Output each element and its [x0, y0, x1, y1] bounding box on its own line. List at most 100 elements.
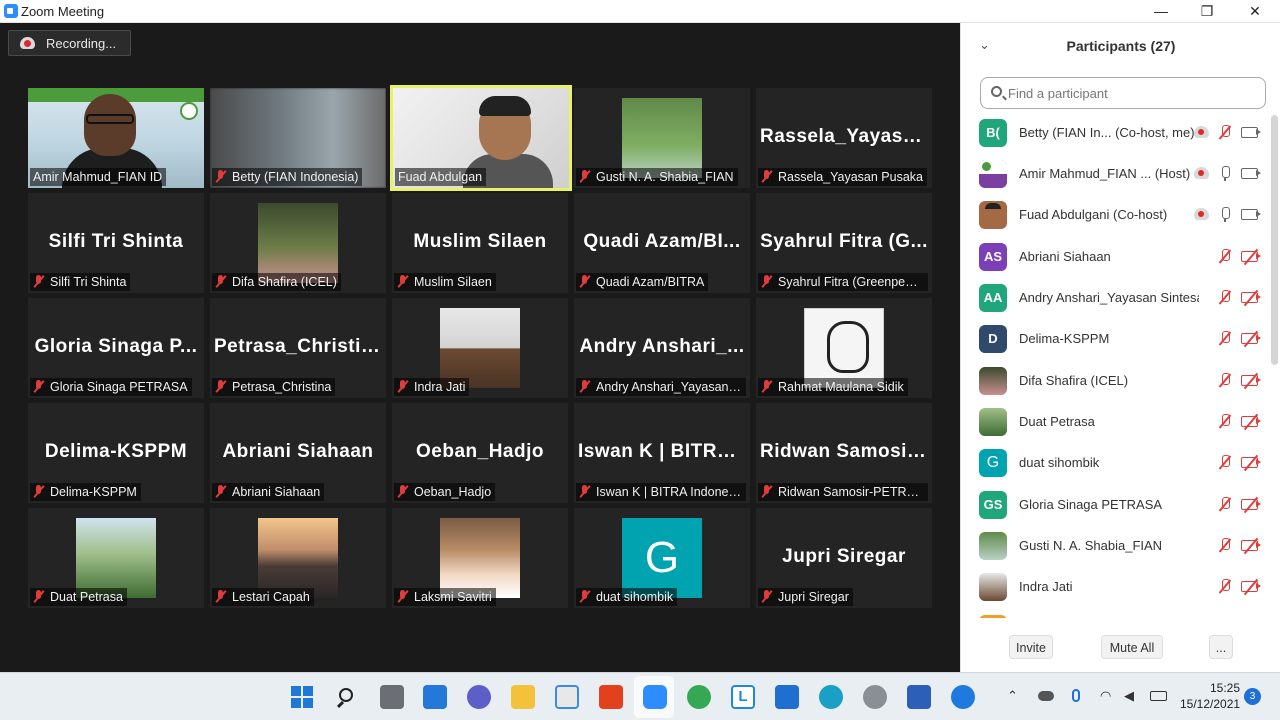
video-tile[interactable]: G duat sihombik — [574, 508, 750, 608]
l-app-icon[interactable]: L — [731, 685, 755, 709]
windows-start-icon[interactable] — [290, 685, 314, 709]
maximize-button[interactable]: ❐ — [1184, 0, 1230, 23]
video-off-icon[interactable] — [1241, 292, 1261, 303]
video-tile[interactable]: Difa Shafira (ICEL) — [210, 193, 386, 293]
onedrive-icon[interactable] — [1038, 691, 1054, 701]
mic-muted-icon[interactable] — [1219, 414, 1231, 430]
task-view-icon[interactable] — [380, 685, 404, 709]
video-camera-icon[interactable] — [1241, 168, 1261, 179]
participant-search[interactable] — [980, 77, 1266, 109]
clock[interactable]: 15:25 15/12/2021 — [1180, 680, 1240, 712]
avatar — [979, 573, 1007, 601]
meet-icon[interactable] — [687, 685, 711, 709]
messenger-icon[interactable] — [951, 685, 975, 709]
video-tile[interactable]: Rassela_Yayasa... Rassela_Yayasan Pusaka — [756, 88, 932, 188]
zoom-icon[interactable] — [643, 685, 667, 709]
video-tile[interactable]: Muslim Silaen Muslim Silaen — [392, 193, 568, 293]
store-icon[interactable] — [555, 685, 579, 709]
video-tile[interactable]: Gusti N. A. Shabia_FIAN — [574, 88, 750, 188]
video-tile[interactable]: Betty (FIAN Indonesia) — [210, 88, 386, 188]
mail-icon[interactable] — [775, 685, 799, 709]
video-tile[interactable]: Iswan K | BITRA... Iswan K | BITRA Indon… — [574, 403, 750, 503]
mic-muted-icon[interactable] — [1219, 579, 1231, 595]
microphone-icon[interactable] — [1072, 689, 1080, 702]
mic-muted-icon[interactable] — [1219, 455, 1231, 471]
video-tile[interactable]: Oeban_Hadjo Oeban_Hadjo — [392, 403, 568, 503]
teams-chat-icon[interactable] — [467, 685, 491, 709]
battery-icon[interactable] — [1150, 691, 1167, 701]
video-off-icon[interactable] — [1241, 333, 1261, 344]
search-input[interactable] — [1008, 84, 1248, 102]
participant-row[interactable]: Duat Petrasa — [961, 402, 1271, 443]
browser-icon[interactable] — [863, 685, 887, 709]
file-explorer-icon[interactable] — [511, 685, 535, 709]
wifi-icon[interactable]: ◠ — [1100, 688, 1111, 704]
mic-muted-icon — [215, 590, 226, 603]
video-off-icon[interactable] — [1241, 375, 1261, 386]
video-tile[interactable]: Andry Anshari_... Andry Anshari_Yayasan … — [574, 298, 750, 398]
video-off-icon[interactable] — [1241, 540, 1261, 551]
video-tile[interactable]: Indra Jati — [392, 298, 568, 398]
participant-row[interactable]: Gusti N. A. Shabia_FIAN — [961, 526, 1271, 567]
mic-muted-icon[interactable] — [1219, 290, 1231, 306]
mic-muted-icon[interactable] — [1219, 538, 1231, 554]
office-icon[interactable] — [599, 685, 623, 709]
video-tile[interactable]: Delima-KSPPM Delima-KSPPM — [28, 403, 204, 503]
video-tile[interactable]: Gloria Sinaga P... Gloria Sinaga PETRASA — [28, 298, 204, 398]
mute-all-button[interactable]: Mute All — [1101, 635, 1163, 659]
participant-row[interactable]: GS Gloria Sinaga PETRASA — [961, 485, 1271, 526]
participant-row[interactable]: Amir Mahmud_FIAN ... (Host) — [961, 154, 1271, 195]
video-off-icon[interactable] — [1241, 581, 1261, 592]
mic-muted-icon[interactable] — [1219, 497, 1231, 513]
mic-muted-icon[interactable] — [1219, 249, 1231, 265]
minimize-button[interactable]: — — [1138, 0, 1184, 23]
video-off-icon[interactable] — [1241, 251, 1261, 262]
mic-muted-icon — [761, 590, 772, 603]
active-speaker-tile[interactable]: Fuad Abdulgan — [390, 85, 572, 191]
video-tile[interactable]: Rahmat Maulana Sidik — [756, 298, 932, 398]
video-tile[interactable]: Ridwan Samosir... Ridwan Samosir-PETRASA — [756, 403, 932, 503]
edge-icon[interactable] — [819, 685, 843, 709]
video-tile[interactable]: Petrasa_Christina Petrasa_Christina — [210, 298, 386, 398]
mic-muted-icon[interactable] — [1219, 331, 1231, 347]
participant-row[interactable]: AA Andry Anshari_Yayasan Sintesa — [961, 278, 1271, 319]
participant-row[interactable]: D Delima-KSPPM — [961, 319, 1271, 360]
video-tile[interactable]: Abriani Siahaan Abriani Siahaan — [210, 403, 386, 503]
participant-row[interactable]: G duat sihombik — [961, 443, 1271, 484]
participant-row[interactable]: Difa Shafira (ICEL) — [961, 361, 1271, 402]
video-off-icon[interactable] — [1241, 457, 1261, 468]
chevron-up-icon[interactable]: ⌃ — [1007, 688, 1018, 704]
search-icon[interactable] — [335, 685, 359, 709]
participant-row[interactable]: AS Abriani Siahaan — [961, 237, 1271, 278]
mic-icon[interactable] — [1219, 207, 1231, 223]
video-off-icon[interactable] — [1241, 499, 1261, 510]
participant-row[interactable]: Fuad Abdulgani (Co-host) — [961, 195, 1271, 236]
video-tile[interactable]: Silfi Tri Shinta Silfi Tri Shinta — [28, 193, 204, 293]
video-off-icon[interactable] — [1241, 416, 1261, 427]
speaker-icon[interactable]: ◀ — [1124, 688, 1134, 704]
participant-row[interactable]: B( Betty (FIAN In... (Co-host, me) — [961, 113, 1271, 154]
participant-row[interactable]: Indra Jati — [961, 567, 1271, 608]
video-camera-icon[interactable] — [1241, 209, 1261, 220]
video-tile[interactable]: Amir Mahmud_FIAN ID — [28, 88, 204, 188]
video-tile[interactable]: Lestari Capah — [210, 508, 386, 608]
mic-muted-icon[interactable] — [1219, 373, 1231, 389]
video-camera-icon[interactable] — [1241, 127, 1261, 138]
mic-icon[interactable] — [1219, 166, 1231, 182]
more-options-button[interactable]: ... — [1209, 635, 1233, 659]
video-tile[interactable]: Laksmi Savitri — [392, 508, 568, 608]
notification-badge[interactable]: 3 — [1244, 688, 1261, 705]
mic-muted-icon[interactable] — [1219, 125, 1231, 141]
scrollbar[interactable] — [1271, 115, 1278, 365]
widgets-icon[interactable] — [423, 685, 447, 709]
video-tile[interactable]: Jupri Siregar Jupri Siregar — [756, 508, 932, 608]
participant-row[interactable] — [961, 609, 1271, 618]
word-icon[interactable] — [907, 685, 931, 709]
recording-indicator[interactable]: Recording... — [8, 30, 131, 56]
video-tile[interactable]: Duat Petrasa — [28, 508, 204, 608]
video-tile[interactable]: Quadi Azam/BI... Quadi Azam/BITRA — [574, 193, 750, 293]
cloud-recording-icon — [1194, 126, 1209, 138]
video-tile[interactable]: Syahrul Fitra (G... Syahrul Fitra (Green… — [756, 193, 932, 293]
close-button[interactable]: ✕ — [1232, 0, 1278, 23]
invite-button[interactable]: Invite — [1009, 635, 1053, 659]
